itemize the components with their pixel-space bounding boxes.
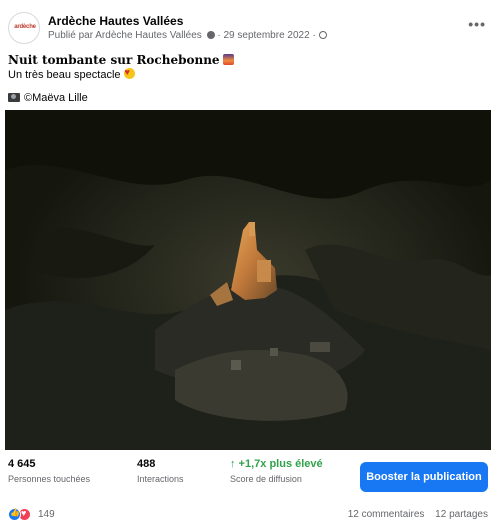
stat-reach[interactable]: 4 645 Personnes touchées <box>8 458 90 484</box>
interactions-label: Interactions <box>137 474 184 484</box>
reach-label: Personnes touchées <box>8 474 91 484</box>
stat-interactions[interactable]: 488 Interactions <box>137 458 184 484</box>
photo-credit-text: ©Maëva Lille <box>24 92 88 104</box>
post-title: Nuit tombante sur Rochebonne <box>8 53 234 67</box>
boost-post-button[interactable]: Booster la publication <box>360 462 488 492</box>
photo-rochebonne-castle <box>5 110 491 450</box>
heart-eyes-emoji-icon <box>123 67 135 79</box>
photo-credit: ©Maëva Lille <box>8 92 88 104</box>
post-subtitle: Un très beau spectacle <box>8 67 135 81</box>
engagement-links: 12 commentaires 12 partages <box>348 509 488 520</box>
post-subtitle-text: Un très beau spectacle <box>8 69 121 81</box>
score-label: Score de diffusion <box>230 474 302 484</box>
page-avatar[interactable]: ardèche <box>8 12 40 44</box>
avatar-logo-text: ardèche <box>14 24 36 30</box>
info-icon[interactable] <box>206 31 215 39</box>
reactions-count[interactable]: 149 <box>38 509 55 520</box>
shares-link[interactable]: 12 partages <box>435 509 488 520</box>
page-name-link[interactable]: Ardèche Hautes Vallées <box>48 14 183 28</box>
like-reaction-icon[interactable] <box>8 508 21 521</box>
interactions-value: 488 <box>137 458 156 470</box>
camera-icon <box>8 93 20 102</box>
post-photo[interactable] <box>5 110 491 450</box>
post-header: ardèche Ardèche Hautes Vallées Publié pa… <box>8 10 488 44</box>
meta-separator: · <box>312 30 319 41</box>
more-options-icon[interactable]: ••• <box>468 16 486 32</box>
stat-score[interactable]: ↑ +1,7x plus élevé Score de diffusion <box>230 458 323 484</box>
comments-link[interactable]: 12 commentaires <box>348 509 425 520</box>
published-by-text: Publié par Ardèche Hautes Vallées <box>48 30 202 41</box>
post-stats: 4 645 Personnes touchées 488 Interaction… <box>0 458 496 494</box>
post-title-text: Nuit tombante sur Rochebonne <box>8 53 220 67</box>
reach-value: 4 645 <box>8 458 36 470</box>
score-value: ↑ +1,7x plus élevé <box>230 458 323 470</box>
sunset-emoji-icon <box>222 54 234 65</box>
post-meta: Publié par Ardèche Hautes Vallées · 29 s… <box>48 30 327 41</box>
post-date[interactable]: 29 septembre 2022 <box>223 30 309 41</box>
reactions-bar: 149 12 commentaires 12 partages <box>8 508 488 522</box>
globe-icon <box>318 31 327 39</box>
